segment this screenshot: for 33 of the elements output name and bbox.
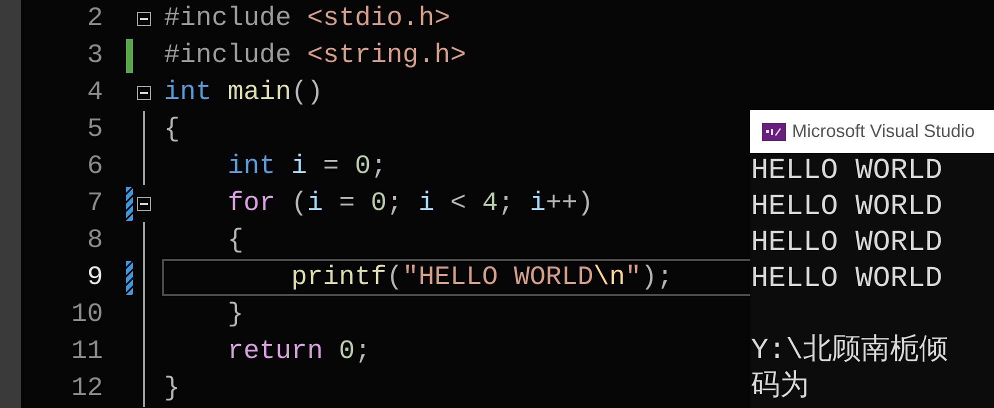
code-line: return 0;: [226, 335, 371, 368]
line-number: 4: [86, 76, 103, 109]
console-output-line: Y:\北顾南栀倾: [751, 333, 948, 369]
code-line: #include <stdio.h>: [164, 2, 450, 35]
code-line: {: [164, 113, 180, 146]
line-number: 2: [86, 2, 103, 35]
code-line: }: [226, 298, 244, 331]
console-output-line: HELLO WORLD: [751, 189, 942, 225]
code-line: int main(): [164, 76, 324, 109]
line-number: 11: [70, 335, 103, 368]
console-output-line: HELLO WORLD: [751, 225, 942, 261]
line-number: 5: [86, 113, 103, 146]
collapse-icon[interactable]: [137, 86, 151, 100]
console-output-line: 码为: [751, 369, 809, 405]
code-line: printf("HELLO WORLD\n");: [290, 261, 673, 294]
code-line: #include <string.h>: [164, 39, 466, 72]
line-number: 10: [70, 298, 103, 331]
line-number: 7: [86, 187, 103, 220]
code-line: {: [226, 224, 244, 257]
line-number: 8: [86, 224, 103, 257]
collapse-icon[interactable]: [137, 12, 151, 26]
code-line: int i = 0;: [226, 150, 387, 183]
line-number: 12: [70, 372, 103, 405]
console-icon: [762, 122, 786, 140]
line-number: 3: [86, 39, 103, 72]
console-output-line: HELLO WORLD: [751, 153, 942, 189]
code-line: for (i = 0; i < 4; i++): [226, 187, 594, 220]
code-line: }: [164, 372, 180, 405]
collapse-icon[interactable]: [137, 196, 151, 210]
line-number: 6: [86, 150, 103, 183]
line-number: 9: [86, 261, 103, 294]
window-title: Microsoft Visual Studio: [792, 121, 975, 142]
console-output-line: HELLO WORLD: [751, 261, 942, 297]
